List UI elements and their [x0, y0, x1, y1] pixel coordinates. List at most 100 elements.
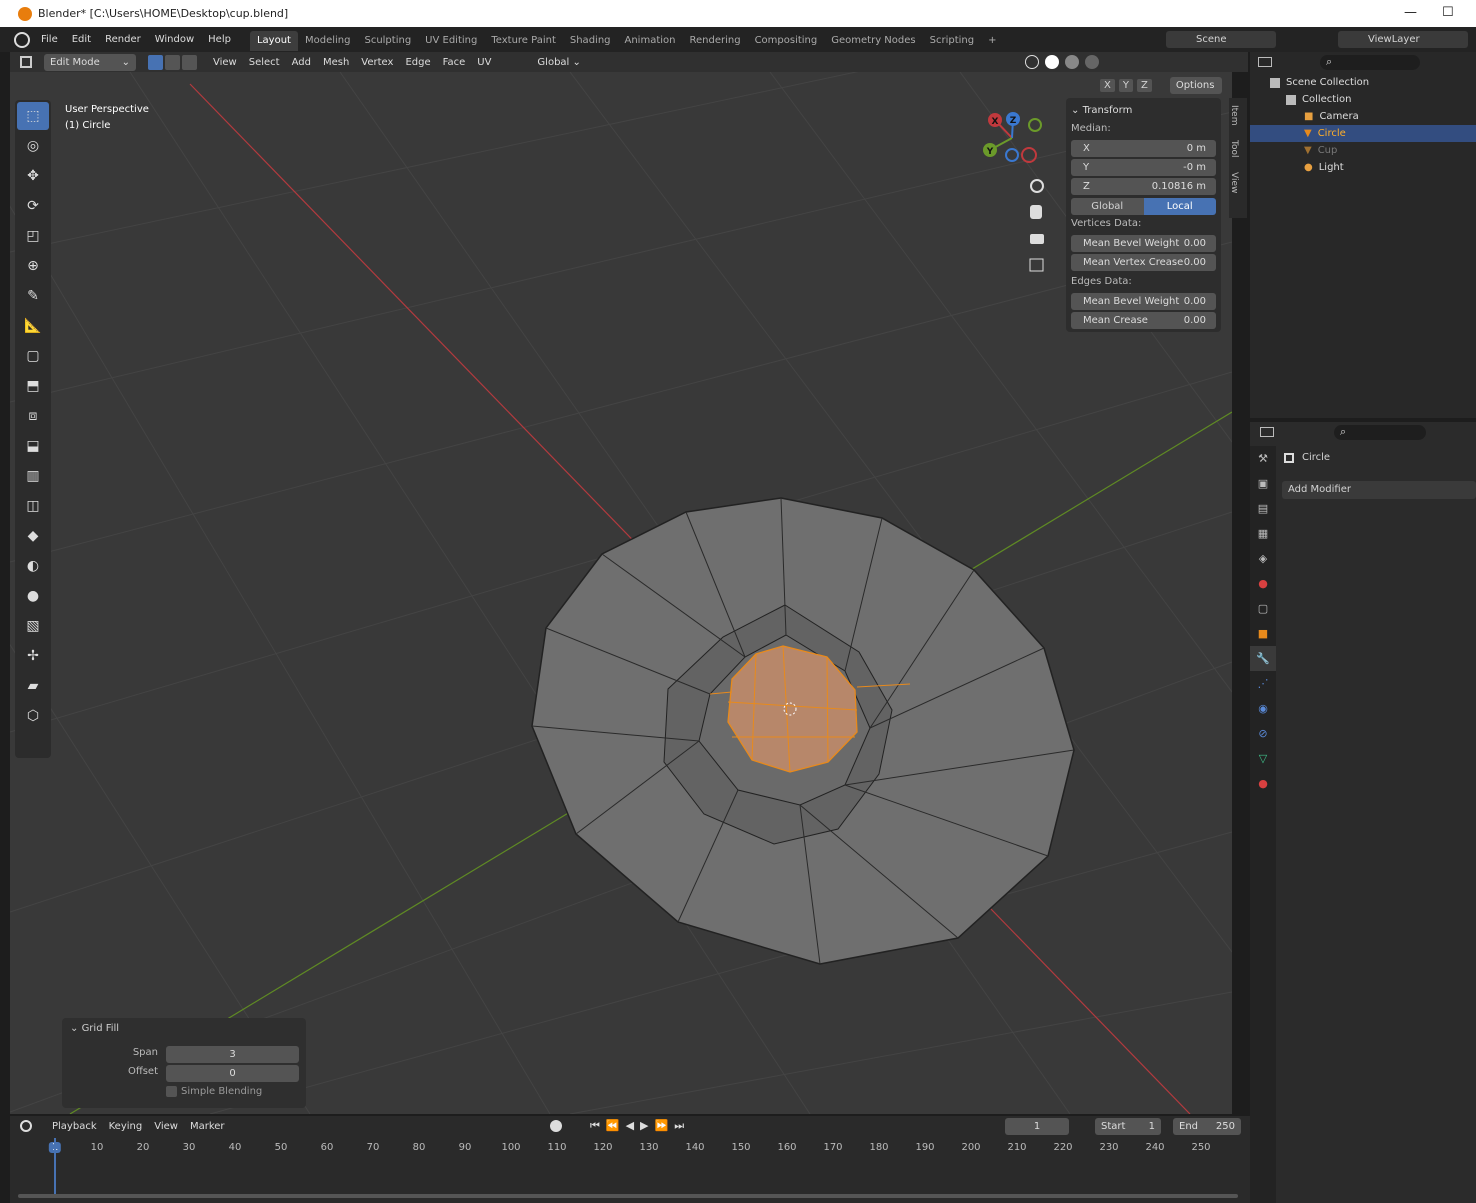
menu-playback[interactable]: Playback	[46, 1121, 103, 1132]
physics-properties-icon[interactable]: ◉	[1250, 696, 1276, 721]
median-x-field[interactable]: X 0 m	[1071, 140, 1216, 157]
tab-item[interactable]: Item	[1229, 98, 1239, 132]
menu-marker[interactable]: Marker	[184, 1121, 231, 1132]
output-properties-icon[interactable]: ▤	[1250, 496, 1276, 521]
navigation-gizmo[interactable]: X Z Y	[983, 112, 1042, 163]
timeline-scrollbar[interactable]	[18, 1194, 1238, 1198]
material-shading-icon[interactable]	[1065, 55, 1079, 69]
smooth-tool-icon[interactable]: ●	[17, 582, 49, 610]
spin-tool-icon[interactable]: ◐	[17, 552, 49, 580]
transform-orientation[interactable]: Global ⌄	[531, 57, 586, 68]
tab-layout[interactable]: Layout	[249, 30, 298, 51]
shear-tool-icon[interactable]: ▰	[17, 672, 49, 700]
playback-controls[interactable]: ⏮⏪◀▶⏩⏭	[590, 1119, 690, 1133]
scene-properties-icon[interactable]: ◈	[1250, 546, 1276, 571]
outliner-item-cup[interactable]: ▼ Cup	[1250, 142, 1476, 159]
current-frame-field[interactable]: 1	[1005, 1117, 1069, 1135]
pan-hand-icon[interactable]	[1030, 205, 1042, 219]
tab-uv-editing[interactable]: UV Editing	[418, 31, 484, 51]
rotate-tool-icon[interactable]: ⟳	[17, 192, 49, 220]
select-box-tool-icon[interactable]: ⬚	[17, 102, 49, 130]
measure-tool-icon[interactable]: 📐	[17, 312, 49, 340]
rip-tool-icon[interactable]: ⬡	[17, 702, 49, 730]
edge-slide-tool-icon[interactable]: ▧	[17, 612, 49, 640]
mirror-z[interactable]: Z	[1136, 79, 1152, 92]
end-frame-field[interactable]: End 250	[1173, 1117, 1241, 1135]
loop-cut-tool-icon[interactable]: ▥	[17, 462, 49, 490]
scene-selector[interactable]: Scene	[1166, 31, 1276, 48]
poly-build-tool-icon[interactable]: ◆	[17, 522, 49, 550]
solid-shading-icon[interactable]	[1045, 55, 1059, 69]
tab-shading[interactable]: Shading	[563, 31, 618, 51]
tab-animation[interactable]: Animation	[618, 31, 683, 51]
menu-keying[interactable]: Keying	[103, 1121, 149, 1132]
edge-bevel-weight-field[interactable]: Mean Bevel Weight 0.00	[1071, 293, 1216, 310]
extrude-tool-icon[interactable]: ⬒	[17, 372, 49, 400]
display-mode-icon[interactable]	[1258, 57, 1272, 67]
menu-help[interactable]: Help	[201, 27, 238, 52]
menu-add[interactable]: Add	[286, 57, 317, 68]
mode-selector[interactable]: Edit Mode ⌄	[44, 53, 136, 71]
editor-type-icon[interactable]	[1260, 427, 1274, 437]
menu-timeline-view[interactable]: View	[148, 1121, 184, 1132]
add-workspace-button[interactable]: +	[981, 31, 1003, 51]
tab-tool[interactable]: Tool	[1229, 132, 1239, 166]
simple-blending-checkbox[interactable]: Simple Blending	[166, 1086, 262, 1097]
span-field[interactable]: 3	[166, 1046, 299, 1063]
cursor-tool-icon[interactable]: ◎	[17, 132, 49, 160]
mean-bevel-weight-field[interactable]: Mean Bevel Weight 0.00	[1071, 235, 1216, 252]
collection-item[interactable]: Collection	[1250, 91, 1476, 108]
add-cube-tool-icon[interactable]: ▢	[17, 342, 49, 370]
editor-type-icon[interactable]	[20, 56, 32, 68]
menu-mesh[interactable]: Mesh	[317, 57, 355, 68]
transform-tool-icon[interactable]: ⊕	[17, 252, 49, 280]
outliner-item-light[interactable]: ● Light	[1250, 159, 1476, 176]
annotate-tool-icon[interactable]: ✎	[17, 282, 49, 310]
editor-type-icon[interactable]	[20, 1120, 32, 1132]
menu-view[interactable]: View	[207, 57, 243, 68]
zoom-icon[interactable]	[1030, 179, 1044, 193]
local-button[interactable]: Local	[1143, 198, 1216, 215]
tab-texture-paint[interactable]: Texture Paint	[484, 31, 563, 51]
material-properties-icon[interactable]: ●	[1250, 771, 1276, 796]
tab-compositing[interactable]: Compositing	[748, 31, 825, 51]
tab-geometry-nodes[interactable]: Geometry Nodes	[824, 31, 922, 51]
minimize-button[interactable]: —	[1404, 5, 1417, 20]
tab-sculpting[interactable]: Sculpting	[357, 31, 418, 51]
viewport-canvas[interactable]: X Z Y	[10, 72, 1232, 1114]
gizmo-neg-y-icon[interactable]	[1028, 118, 1042, 132]
menu-vertex[interactable]: Vertex	[355, 57, 399, 68]
shrink-fatten-tool-icon[interactable]: ✢	[17, 642, 49, 670]
menu-edge[interactable]: Edge	[399, 57, 436, 68]
constraints-properties-icon[interactable]: ⊘	[1250, 721, 1276, 746]
wireframe-shading-icon[interactable]	[1025, 55, 1039, 69]
tab-modeling[interactable]: Modeling	[298, 31, 358, 51]
tab-view[interactable]: View	[1229, 166, 1239, 200]
move-tool-icon[interactable]: ✥	[17, 162, 49, 190]
record-icon[interactable]	[550, 1120, 562, 1132]
gizmo-neg-z-icon[interactable]	[1005, 148, 1019, 162]
camera-view-icon[interactable]	[1030, 234, 1044, 244]
grid-fill-title[interactable]: ⌄ Grid Fill	[62, 1018, 306, 1039]
menu-uv[interactable]: UV	[471, 57, 497, 68]
blender-menu-icon[interactable]	[14, 31, 30, 48]
view-layer-properties-icon[interactable]: ▦	[1250, 521, 1276, 546]
mean-vertex-crease-field[interactable]: Mean Vertex Crease 0.00	[1071, 254, 1216, 271]
mean-crease-field[interactable]: Mean Crease 0.00	[1071, 312, 1216, 329]
scale-tool-icon[interactable]: ◰	[17, 222, 49, 250]
menu-render[interactable]: Render	[98, 27, 148, 52]
data-properties-icon[interactable]: ▽	[1250, 746, 1276, 771]
menu-face[interactable]: Face	[437, 57, 472, 68]
mirror-x[interactable]: X	[1100, 79, 1115, 92]
object-properties-icon[interactable]: ■	[1250, 621, 1276, 646]
add-modifier-button[interactable]: Add Modifier	[1282, 481, 1476, 499]
edge-select-icon[interactable]	[165, 54, 180, 70]
particles-properties-icon[interactable]: ⋰	[1250, 671, 1276, 696]
outliner-item-camera[interactable]: ■ Camera	[1250, 108, 1476, 125]
collection-properties-icon[interactable]: ▢	[1250, 596, 1276, 621]
playhead[interactable]	[54, 1138, 56, 1198]
global-button[interactable]: Global	[1071, 198, 1144, 215]
outliner-item-circle[interactable]: ▼ Circle	[1250, 125, 1476, 142]
view-layer-selector[interactable]: ViewLayer	[1338, 31, 1468, 48]
maximize-button[interactable]: ☐	[1442, 5, 1454, 20]
